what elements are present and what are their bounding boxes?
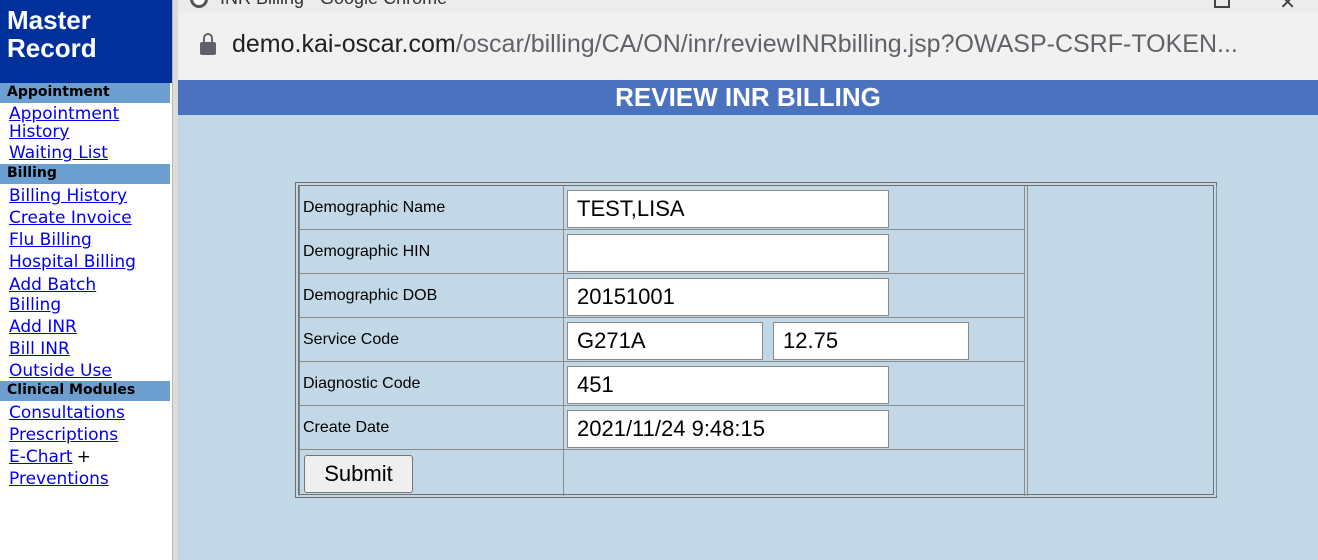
sidebar-title-line2: Record (7, 33, 97, 63)
sidebar-link-waiting-list[interactable]: Waiting List (0, 144, 172, 163)
url-host: demo.kai-oscar.com (232, 30, 456, 58)
echart-plus-link[interactable]: + (77, 448, 91, 467)
maximize-icon[interactable] (1214, 0, 1230, 8)
sidebar-link-create-invoice[interactable]: Create Invoice (0, 209, 172, 228)
form-right-column (1027, 186, 1217, 496)
browser-popup-window: INR Billing - Google Chrome ✕ demo.kai-o… (178, 0, 1318, 560)
lock-icon[interactable] (200, 33, 216, 55)
sidebar-link-preventions[interactable]: Preventions (0, 470, 172, 489)
sidebar-link-prescriptions[interactable]: Prescriptions (0, 426, 172, 445)
sidebar-link-billing-history[interactable]: Billing History (0, 187, 172, 206)
row-create-date: Create Date 2021/11/24 9:48:15 (299, 406, 1025, 450)
demographic-name-field[interactable]: TEST,LISA (567, 190, 889, 228)
create-date-field[interactable]: 2021/11/24 9:48:15 (567, 410, 889, 448)
inr-billing-form: Demographic Name TEST,LISA Demographic H… (295, 182, 1217, 498)
master-record-sidebar: Master Record Appointment Appointment Hi… (0, 0, 172, 560)
sidebar-link-echart[interactable]: E-Chart (9, 447, 73, 467)
sidebar-link-hospital-billing[interactable]: Hospital Billing (0, 253, 172, 272)
address-bar[interactable]: demo.kai-oscar.com/oscar/billing/CA/ON/i… (178, 12, 1318, 80)
url-text[interactable]: demo.kai-oscar.com/oscar/billing/CA/ON/i… (232, 27, 1238, 61)
sidebar-link-outside-use[interactable]: Outside Use (0, 362, 172, 381)
sidebar-title-line1: Master (7, 5, 91, 35)
close-icon[interactable]: ✕ (1279, 0, 1296, 12)
form-table: Demographic Name TEST,LISA Demographic H… (299, 186, 1025, 496)
sidebar-section-billing: Billing (0, 164, 170, 184)
sidebar-link-bill-inr[interactable]: Bill INR (0, 340, 172, 359)
service-code-label: Service Code (299, 318, 564, 361)
demographic-name-label: Demographic Name (299, 186, 564, 229)
sidebar-section-clinical-modules: Clinical Modules (0, 381, 170, 401)
service-fee-field[interactable]: 12.75 (773, 322, 969, 360)
chrome-icon (190, 0, 208, 8)
row-demographic-hin: Demographic HIN (299, 230, 1025, 274)
service-code-field[interactable]: G271A (567, 322, 763, 360)
row-service-code: Service Code G271A 12.75 (299, 318, 1025, 362)
sidebar-section-appointment: Appointment (0, 83, 170, 103)
demographic-hin-label: Demographic HIN (299, 230, 564, 273)
create-date-label: Create Date (299, 406, 564, 449)
sidebar-link-echart-row: E-Chart + (0, 448, 172, 467)
submit-button[interactable]: Submit (304, 455, 413, 493)
sidebar-title: Master Record (0, 0, 172, 83)
window-title: INR Billing - Google Chrome (220, 0, 447, 9)
diagnostic-code-field[interactable]: 451 (567, 366, 889, 404)
row-submit: Submit (299, 450, 1025, 496)
demographic-hin-field[interactable] (567, 234, 889, 272)
row-demographic-name: Demographic Name TEST,LISA (299, 186, 1025, 230)
sidebar-link-appointment-history[interactable]: Appointment History (0, 105, 172, 141)
row-demographic-dob: Demographic DOB 20151001 (299, 274, 1025, 318)
diagnostic-code-label: Diagnostic Code (299, 362, 564, 405)
sidebar-link-consultations[interactable]: Consultations (0, 404, 172, 423)
sidebar-link-flu-billing[interactable]: Flu Billing (0, 231, 172, 250)
browser-titlebar: INR Billing - Google Chrome ✕ (178, 0, 1318, 12)
demographic-dob-field[interactable]: 20151001 (567, 278, 889, 316)
url-path: /oscar/billing/CA/ON/inr/reviewINRbillin… (455, 30, 1238, 58)
demographic-dob-label: Demographic DOB (299, 274, 564, 317)
page-title: REVIEW INR BILLING (178, 80, 1318, 115)
row-diagnostic-code: Diagnostic Code 451 (299, 362, 1025, 406)
sidebar-link-add-batch-billing[interactable]: Add Batch Billing (0, 275, 120, 315)
sidebar-link-add-inr[interactable]: Add INR (0, 318, 172, 337)
